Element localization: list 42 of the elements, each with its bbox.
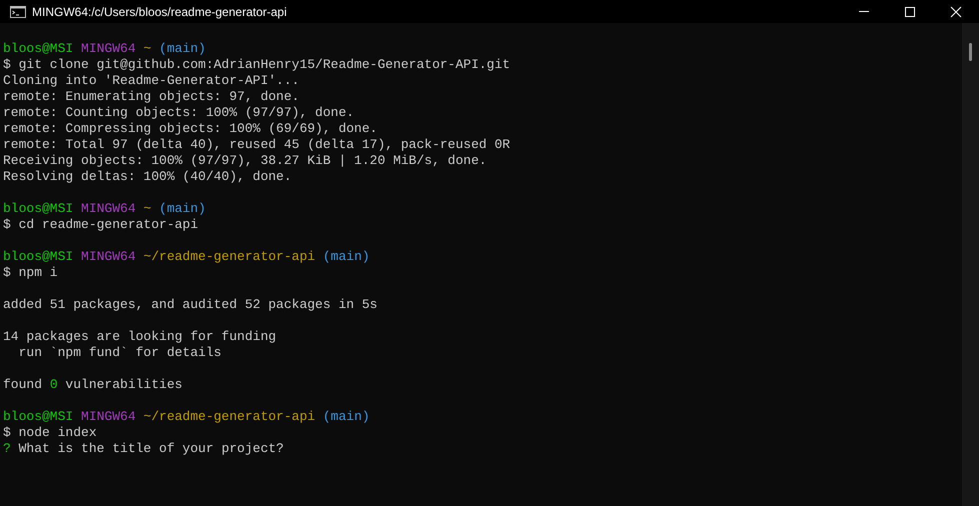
minimize-icon [859, 11, 869, 12]
terminal-text: $ node index [3, 425, 97, 440]
terminal-text: remote: Enumerating objects: 97, done. [3, 89, 300, 104]
prompt-branch: (main) [322, 409, 370, 424]
window-title: MINGW64:/c/Users/bloos/readme-generator-api [32, 4, 287, 18]
prompt-branch: (main) [159, 201, 206, 216]
prompt-path: ~/readme-generator-api [143, 249, 316, 264]
question-mark: ? [3, 441, 11, 456]
prompt-user: bloos@MSI [3, 41, 74, 56]
prompt-path: ~/readme-generator-api [143, 409, 316, 424]
terminal-text: 14 packages are looking for funding [3, 329, 276, 344]
terminal-text: Receiving objects: 100% (97/97), 38.27 KiB | 1.20 MiB/s, done. [3, 153, 487, 168]
prompt-user: bloos@MSI [3, 201, 74, 216]
scrollbar[interactable] [962, 23, 979, 506]
terminal-icon [10, 6, 26, 18]
terminal-text: vulnerabilities [65, 377, 182, 392]
maximize-icon [904, 6, 916, 18]
terminal-text: run `npm fund` for details [18, 345, 222, 360]
prompt-path: ~ [143, 41, 152, 56]
terminal-text: $ git clone git@github.com:AdrianHenry15/Readme-Generator-API.git [3, 57, 510, 72]
prompt-user: bloos@MSI [3, 249, 74, 264]
terminal-text: What is the title of your project? [18, 441, 284, 456]
terminal-text: found [3, 377, 42, 392]
terminal-text: $ npm i [3, 265, 58, 280]
terminal-text: $ cd readme-generator-api [3, 217, 198, 232]
prompt-branch: (main) [322, 249, 370, 264]
close-icon [950, 6, 962, 18]
prompt-host: MINGW64 [81, 41, 136, 56]
terminal-text: remote: Counting objects: 100% (97/97), done. [3, 105, 354, 120]
prompt-branch: (main) [159, 41, 206, 56]
terminal-text: Cloning into 'Readme-Generator-API'... [3, 73, 300, 88]
prompt-host: MINGW64 [81, 201, 136, 216]
terminal-text: remote: Total 97 (delta 40), reused 45 (delta 17), pack-reused 0R [3, 137, 510, 152]
scrollbar-thumb[interactable] [969, 43, 972, 61]
terminal-text: added 51 packages, and audited 52 packages in 5s [3, 297, 378, 312]
prompt-user: bloos@MSI [3, 409, 74, 424]
prompt-path: ~ [143, 201, 152, 216]
terminal-text: remote: Compressing objects: 100% (69/69), done. [3, 121, 378, 136]
terminal-text: Resolving deltas: 100% (40/40), done. [3, 169, 292, 184]
prompt-host: MINGW64 [81, 249, 136, 264]
prompt-host: MINGW64 [81, 409, 136, 424]
terminal-text: 0 [50, 377, 58, 392]
